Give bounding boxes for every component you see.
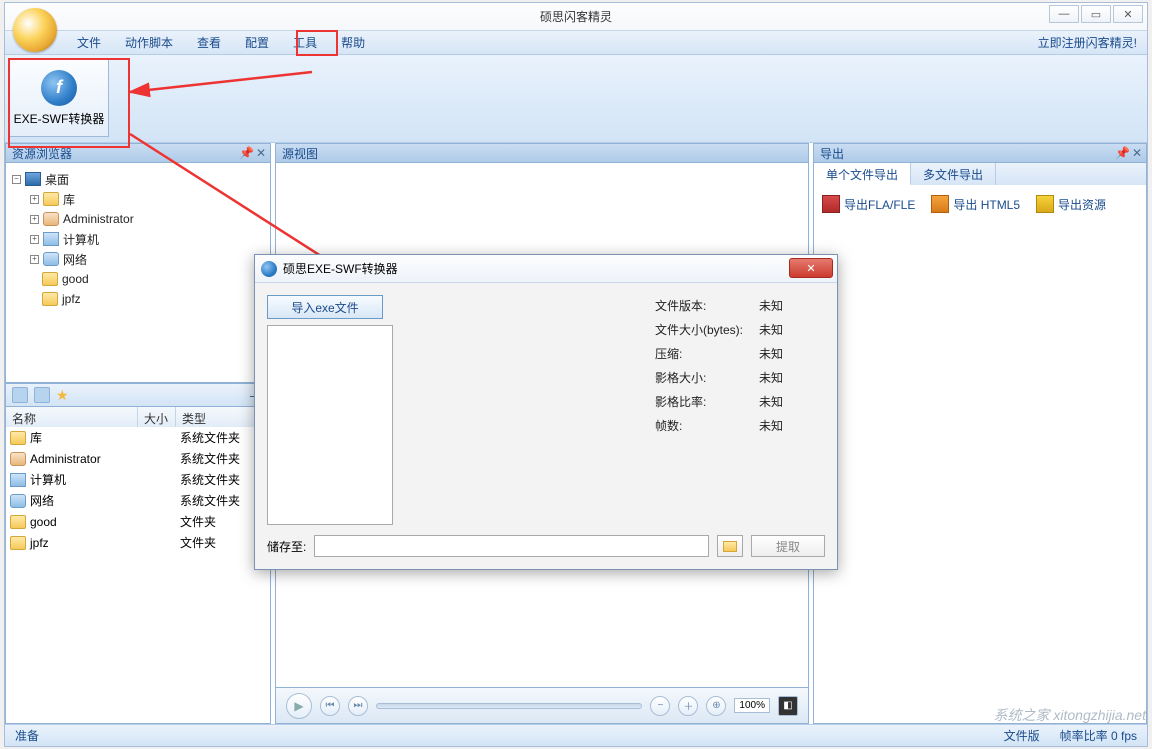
zoom-in-button[interactable]: ＋ xyxy=(678,696,698,716)
tree-item-computer[interactable]: +计算机 xyxy=(12,229,264,249)
fla-icon xyxy=(822,195,840,213)
dialog-icon xyxy=(261,261,277,277)
export-tabs: 单个文件导出 多文件导出 xyxy=(813,163,1147,185)
menu-help[interactable]: 帮助 xyxy=(329,30,377,55)
file-info-table: 文件版本:未知 文件大小(bytes):未知 压缩:未知 影格大小:未知 影格比… xyxy=(655,297,783,441)
resource-icon xyxy=(1036,195,1054,213)
list-row[interactable]: good文件夹 xyxy=(6,511,270,532)
menu-file[interactable]: 文件 xyxy=(65,30,113,55)
export-header: 导出 📌✕ xyxy=(813,143,1147,163)
tool-label: EXE-SWF转换器 xyxy=(14,110,105,127)
dialog-title: 硕思EXE-SWF转换器 xyxy=(283,260,398,277)
tree-item-administrator[interactable]: +Administrator xyxy=(12,209,264,229)
export-resource-button[interactable]: 导出资源 xyxy=(1036,195,1106,213)
flash-icon: f xyxy=(41,70,77,106)
statusbar: 准备 文件版 帧率比率 0 fps xyxy=(5,724,1147,746)
exe-swf-converter-dialog: 硕思EXE-SWF转换器 ✕ 导入exe文件 文件版本:未知 文件大小(byte… xyxy=(254,254,838,570)
next-button[interactable]: ⏭ xyxy=(348,696,368,716)
dialog-close-button[interactable]: ✕ xyxy=(789,258,833,278)
fullscreen-button[interactable]: ◧ xyxy=(778,696,798,716)
html5-icon xyxy=(931,195,949,213)
zoom-out-button[interactable]: − xyxy=(650,696,670,716)
folder-icon xyxy=(723,541,737,552)
tab-single-export[interactable]: 单个文件导出 xyxy=(814,163,911,185)
close-button[interactable]: ✕ xyxy=(1113,5,1143,23)
export-fla-button[interactable]: 导出FLA/FLE xyxy=(822,195,915,213)
save-row: 储存至: 提取 xyxy=(267,535,825,557)
play-button[interactable]: ▶ xyxy=(286,693,312,719)
pin-icon[interactable]: 📌 xyxy=(1115,146,1130,160)
status-frame-rate: 帧率比率 0 fps xyxy=(1060,727,1137,744)
dialog-body: 导入exe文件 文件版本:未知 文件大小(bytes):未知 压缩:未知 影格大… xyxy=(255,283,837,569)
tree-panel: −桌面 +库 +Administrator +计算机 +网络 good jpfz xyxy=(5,163,271,383)
browse-button[interactable] xyxy=(717,535,743,557)
tree-item-good[interactable]: good xyxy=(12,269,264,289)
favorite-icon[interactable]: ★ xyxy=(56,387,72,403)
menu-config[interactable]: 配置 xyxy=(233,30,281,55)
label-movie-rate: 影格比率: xyxy=(655,393,759,417)
list-toolbar: ★ ＋ xyxy=(5,383,271,407)
status-ready: 准备 xyxy=(15,727,39,744)
app-icon xyxy=(13,8,57,52)
seek-bar[interactable] xyxy=(376,703,642,709)
toolbar: f EXE-SWF转换器 xyxy=(5,55,1147,143)
prev-button[interactable]: ⏮ xyxy=(320,696,340,716)
label-version: 文件版本: xyxy=(655,297,759,321)
minimize-button[interactable]: — xyxy=(1049,5,1079,23)
up-icon[interactable] xyxy=(34,387,50,403)
save-label: 储存至: xyxy=(267,538,306,555)
tree-item-network[interactable]: +网络 xyxy=(12,249,264,269)
col-size[interactable]: 大小 xyxy=(138,407,176,427)
right-column: 导出 📌✕ 单个文件导出 多文件导出 导出FLA/FLE 导出 HTML5 导出… xyxy=(813,143,1147,724)
extract-button[interactable]: 提取 xyxy=(751,535,825,557)
player-bar: ▶ ⏮ ⏭ − ＋ ⊕ 100% ◧ xyxy=(275,688,809,724)
resource-browser-header: 资源浏览器 📌✕ xyxy=(5,143,271,163)
list-row[interactable]: 网络系统文件夹 xyxy=(6,490,270,511)
col-name[interactable]: 名称 xyxy=(6,407,138,427)
label-frames: 帧数: xyxy=(655,417,759,441)
exe-swf-converter-button[interactable]: f EXE-SWF转换器 xyxy=(9,59,109,137)
zoom-level[interactable]: 100% xyxy=(734,698,770,713)
list-row[interactable]: 计算机系统文件夹 xyxy=(6,469,270,490)
save-path-input[interactable] xyxy=(314,535,709,557)
zoom-fit-button[interactable]: ⊕ xyxy=(706,696,726,716)
export-html5-button[interactable]: 导出 HTML5 xyxy=(931,195,1020,213)
label-compress: 压缩: xyxy=(655,345,759,369)
close-panel-icon[interactable]: ✕ xyxy=(256,146,266,160)
tree-item-library[interactable]: +库 xyxy=(12,189,264,209)
tab-multi-export[interactable]: 多文件导出 xyxy=(911,163,996,185)
titlebar: 硕思闪客精灵 — ▭ ✕ xyxy=(5,3,1147,31)
pin-icon[interactable]: 📌 xyxy=(239,146,254,160)
menu-view[interactable]: 查看 xyxy=(185,30,233,55)
file-list-box[interactable] xyxy=(267,325,393,525)
menubar: 文件 动作脚本 查看 配置 工具 帮助 立即注册闪客精灵! xyxy=(5,31,1147,55)
tree-root-desktop[interactable]: −桌面 xyxy=(12,169,264,189)
list-row[interactable]: 库系统文件夹 xyxy=(6,427,270,448)
list-row[interactable]: Administrator系统文件夹 xyxy=(6,448,270,469)
label-movie-size: 影格大小: xyxy=(655,369,759,393)
dialog-titlebar: 硕思EXE-SWF转换器 ✕ xyxy=(255,255,837,283)
back-icon[interactable] xyxy=(12,387,28,403)
export-body: 导出FLA/FLE 导出 HTML5 导出资源 xyxy=(813,185,1147,724)
close-panel-icon[interactable]: ✕ xyxy=(1132,146,1142,160)
import-exe-button[interactable]: 导入exe文件 xyxy=(267,295,383,319)
list-row[interactable]: jpfz文件夹 xyxy=(6,532,270,553)
maximize-button[interactable]: ▭ xyxy=(1081,5,1111,23)
menu-actionscript[interactable]: 动作脚本 xyxy=(113,30,185,55)
list-body: 库系统文件夹 Administrator系统文件夹 计算机系统文件夹 网络系统文… xyxy=(5,427,271,724)
menu-tools[interactable]: 工具 xyxy=(281,30,329,55)
register-link[interactable]: 立即注册闪客精灵! xyxy=(1038,34,1137,51)
list-header: 名称 大小 类型 xyxy=(5,407,271,427)
label-size: 文件大小(bytes): xyxy=(655,321,759,345)
source-view-header: 源视图 xyxy=(275,143,809,163)
status-file-version: 文件版 xyxy=(1004,727,1040,744)
tree-item-jpfz[interactable]: jpfz xyxy=(12,289,264,309)
left-column: 资源浏览器 📌✕ −桌面 +库 +Administrator +计算机 +网络 … xyxy=(5,143,271,724)
window-title: 硕思闪客精灵 xyxy=(540,8,612,25)
